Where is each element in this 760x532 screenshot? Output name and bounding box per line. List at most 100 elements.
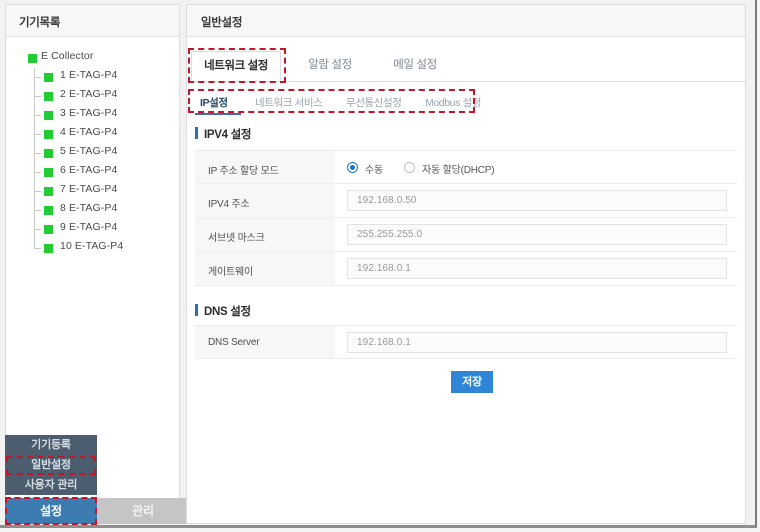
nav-item-device-registration[interactable]: 기기등록 [5, 435, 97, 455]
tree-connector-line [34, 211, 35, 220]
tree-item-6[interactable]: 6 E-TAG-P4 [6, 163, 179, 182]
tree-connector-line [34, 154, 35, 163]
settings-nav-stack: 기기등록 일반설정 사용자 관리 [5, 435, 97, 495]
status-indicator-icon [44, 92, 53, 101]
bottom-tab-management[interactable]: 관리 [97, 498, 189, 524]
tree-connector-line [34, 135, 35, 144]
tree-item-5[interactable]: 5 E-TAG-P4 [6, 144, 179, 163]
row-gateway: 게이트웨이 192.168.0.1 [195, 252, 737, 286]
status-indicator-icon [44, 73, 53, 82]
section-title-dns: DNS 설정 [195, 303, 251, 319]
settings-header: 일반설정 [187, 5, 745, 37]
tab-mail-settings[interactable]: 메일 설정 [373, 51, 457, 81]
tree-connector-icon [34, 220, 41, 230]
gateway-value: 192.168.0.1 [357, 263, 411, 274]
tab-network-settings[interactable]: 네트워크 설정 [191, 51, 281, 81]
status-indicator-icon [44, 225, 53, 234]
subnet-mask-input[interactable]: 255.255.255.0 [347, 224, 727, 245]
dns-server-value: 192.168.0.1 [357, 337, 411, 348]
tree-item-2[interactable]: 2 E-TAG-P4 [6, 87, 179, 106]
tree-connector-line [34, 173, 35, 182]
device-list-header: 기기목록 [6, 5, 179, 37]
row-label: DNS Server [208, 337, 260, 348]
tree-item-9[interactable]: 9 E-TAG-P4 [6, 220, 179, 239]
tree-node-label: 9 E-TAG-P4 [60, 221, 118, 233]
tree-connector-line [34, 192, 35, 201]
row-dns-server: DNS Server 192.168.0.1 [195, 325, 737, 359]
page-title: 일반설정 [201, 17, 243, 29]
tree-item-7[interactable]: 7 E-TAG-P4 [6, 182, 179, 201]
tree-connector-line [34, 116, 35, 125]
status-indicator-icon [44, 244, 53, 253]
tree-connector-line [34, 78, 35, 87]
dns-server-input[interactable]: 192.168.0.1 [347, 332, 727, 353]
tree-node-label: 5 E-TAG-P4 [60, 145, 118, 157]
tree-item-3[interactable]: 3 E-TAG-P4 [6, 106, 179, 125]
status-indicator-icon [44, 168, 53, 177]
tree-connector-icon [34, 163, 41, 173]
nav-item-user-management[interactable]: 사용자 관리 [5, 475, 97, 495]
gateway-input[interactable]: 192.168.0.1 [347, 258, 727, 279]
bottom-tab-settings[interactable]: 설정 [5, 498, 97, 524]
tree-node-label: E Collector [41, 50, 94, 62]
row-label: IPV4 주소 [208, 199, 250, 210]
tree-connector-line [34, 97, 35, 106]
row-label: 게이트웨이 [208, 267, 253, 278]
ipv4-address-value: 192.168.0.50 [357, 195, 417, 206]
tab-alarm-settings[interactable]: 알람 설정 [287, 51, 373, 81]
status-indicator-icon [28, 54, 37, 63]
section-title-ipv4: IPV4 설정 [195, 126, 251, 142]
row-ipv4-address: IPV4 주소 192.168.0.50 [195, 184, 737, 218]
subtab-wireless-settings[interactable]: 무선통신설정 [346, 95, 402, 115]
tree-node-label: 10 E-TAG-P4 [60, 240, 124, 252]
tree-connector-icon [34, 182, 41, 192]
row-label-cell: 서브넷 마스크 [195, 218, 335, 251]
row-label-cell: 게이트웨이 [195, 252, 335, 285]
tree-connector-icon [34, 68, 41, 78]
row-ip-assign-mode: IP 주소 할당 모드 수동 자동 할당(DHCP) [195, 150, 737, 184]
ipv4-address-input[interactable]: 192.168.0.50 [347, 190, 727, 211]
status-indicator-icon [44, 206, 53, 215]
tree-node-label: 4 E-TAG-P4 [60, 126, 118, 138]
app-root: 기기목록 E Collector 1 E-TAG-P4 2 E-TAG-P4 3… [0, 0, 760, 532]
row-label: IP 주소 할당 모드 [208, 166, 279, 177]
row-label: 서브넷 마스크 [208, 233, 265, 244]
device-list-title: 기기목록 [19, 17, 61, 29]
status-indicator-icon [44, 149, 53, 158]
tree-connector-icon [34, 239, 41, 249]
row-label-cell: DNS Server [195, 326, 335, 358]
subtab-network-service[interactable]: 네트워크 서비스 [255, 95, 323, 115]
row-label-cell: IPV4 주소 [195, 184, 335, 217]
tree-item-1[interactable]: 1 E-TAG-P4 [6, 68, 179, 87]
row-subnet-mask: 서브넷 마스크 255.255.255.0 [195, 218, 737, 252]
tree-node-label: 8 E-TAG-P4 [60, 202, 118, 214]
subnet-mask-value: 255.255.255.0 [357, 229, 423, 240]
tree-connector-line [34, 230, 35, 239]
subtab-ip-settings[interactable]: IP설정 [200, 95, 228, 115]
tree-item-10[interactable]: 10 E-TAG-P4 [6, 239, 179, 258]
main-tab-bar: 네트워크 설정 알람 설정 메일 설정 [187, 51, 745, 82]
tree-node-label: 6 E-TAG-P4 [60, 164, 118, 176]
tree-node-label: 3 E-TAG-P4 [60, 107, 118, 119]
tree-connector-icon [34, 87, 41, 97]
tree-connector-icon [34, 125, 41, 135]
sub-tab-bar: IP설정 네트워크 서비스 무선통신설정 Modbus 설정 [187, 95, 745, 117]
subtab-modbus-settings[interactable]: Modbus 설정 [425, 95, 481, 115]
status-indicator-icon [44, 187, 53, 196]
tree-connector-icon [34, 144, 41, 154]
status-indicator-icon [44, 111, 53, 120]
tree-item-8[interactable]: 8 E-TAG-P4 [6, 201, 179, 220]
status-indicator-icon [44, 130, 53, 139]
save-button[interactable]: 저장 [451, 371, 493, 393]
bottom-nav-tabs: 설정 관리 [5, 498, 190, 524]
radio-dhcp[interactable] [404, 162, 415, 173]
tree-item-4[interactable]: 4 E-TAG-P4 [6, 125, 179, 144]
tree-node-label: 2 E-TAG-P4 [60, 88, 118, 100]
tree-root-node[interactable]: E Collector [6, 49, 179, 68]
radio-manual[interactable] [347, 162, 358, 173]
general-settings-panel: 일반설정 네트워크 설정 알람 설정 메일 설정 IP설정 네트워크 서비스 무… [186, 4, 746, 524]
tree-connector-icon [34, 106, 41, 116]
nav-item-general-settings[interactable]: 일반설정 [5, 455, 97, 475]
tree-node-label: 1 E-TAG-P4 [60, 69, 118, 81]
row-label-cell: IP 주소 할당 모드 [195, 151, 335, 183]
